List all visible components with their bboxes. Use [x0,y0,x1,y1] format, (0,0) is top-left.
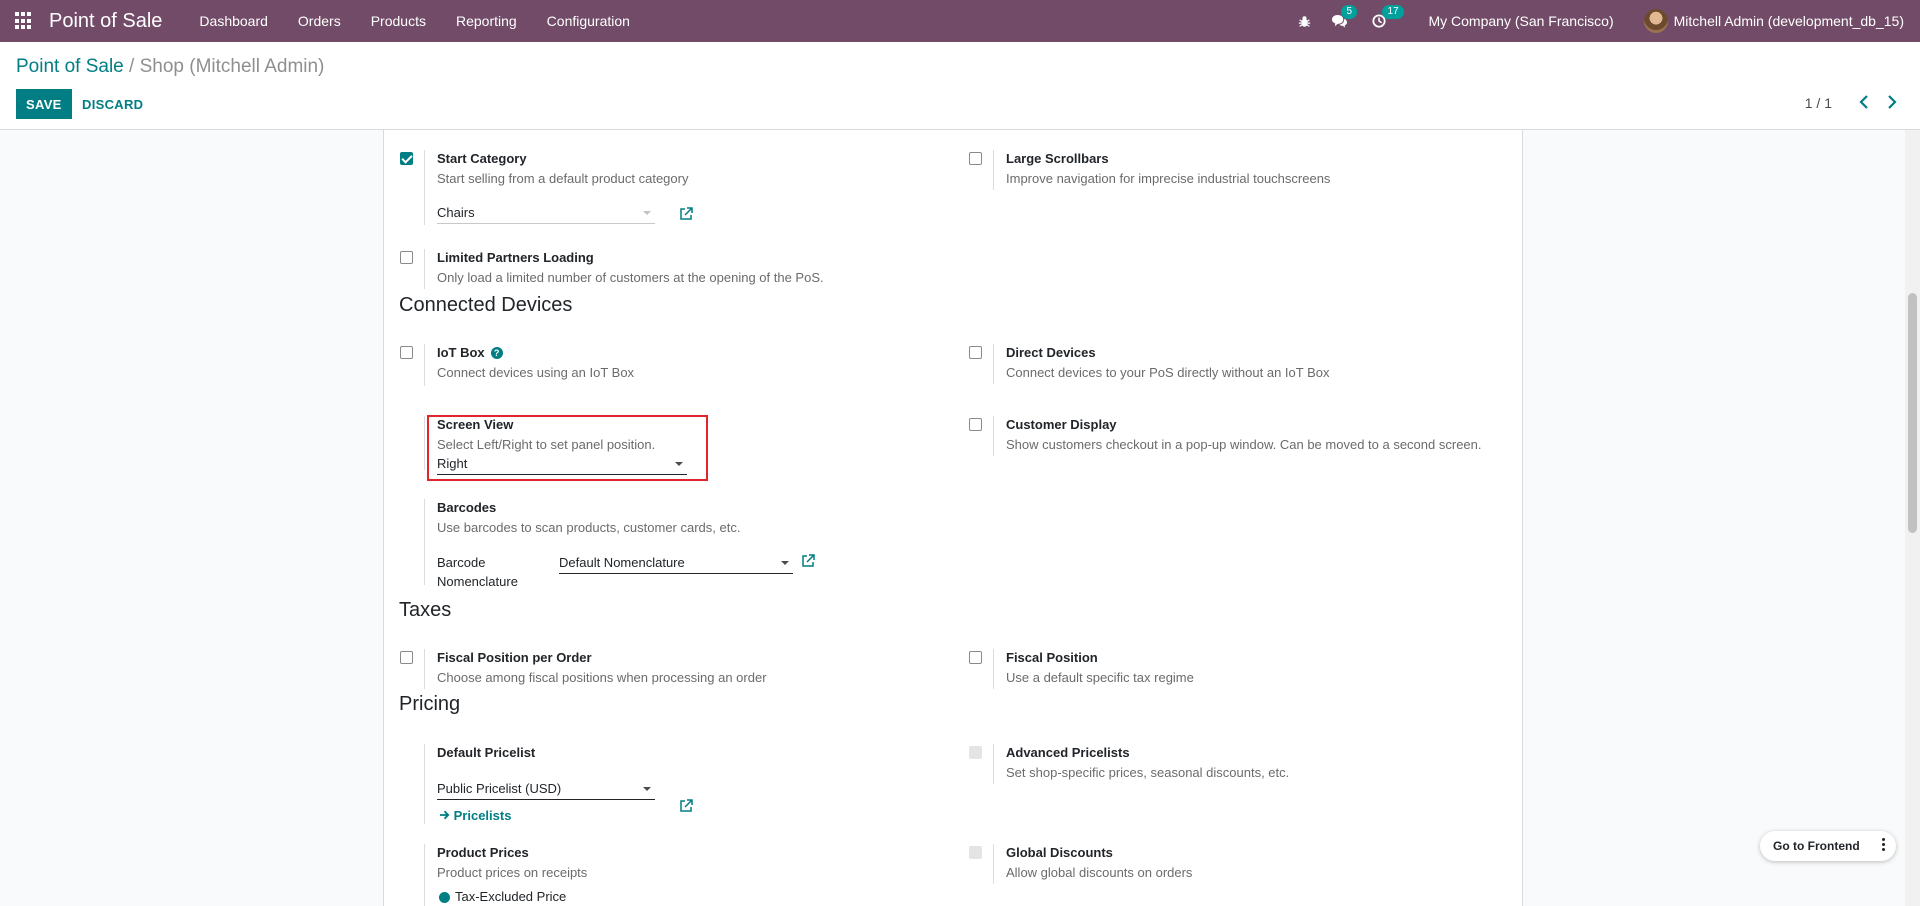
barcode-nomenclature-label: Barcode Nomenclature [437,555,518,589]
large-scrollbars-checkbox[interactable] [969,152,982,165]
help-icon[interactable]: ? [490,347,503,359]
breadcrumb-separator: / [129,56,135,77]
fiscal-position-title: Fiscal Position [1006,650,1098,665]
direct-devices-desc: Connect devices to your PoS directly wit… [1006,365,1330,380]
customer-display-checkbox[interactable] [969,418,982,431]
fiscal-position-checkbox[interactable] [969,651,982,664]
direct-devices-title: Direct Devices [1006,345,1096,360]
menu-products[interactable]: Products [356,0,441,42]
messages-badge: 5 [1341,4,1358,19]
barcode-nomenclature-value: Default Nomenclature [559,555,685,570]
breadcrumb: Point of Sale / Shop (Mitchell Admin) [16,56,324,78]
breadcrumb-parent-link[interactable]: Point of Sale [16,56,124,77]
chevron-down-icon [643,787,651,791]
customer-display-desc: Show customers checkout in a pop-up wind… [1006,437,1482,452]
app-brand[interactable]: Point of Sale [49,10,162,33]
fiscal-per-order-desc: Choose among fiscal positions when proce… [437,670,767,685]
advanced-pricelists-checkbox[interactable] [969,746,982,759]
screen-view-highlight [427,415,708,481]
radio-selected-icon [439,892,450,903]
limited-partners-title: Limited Partners Loading [437,250,594,265]
apps-menu-icon[interactable] [15,12,33,30]
barcode-nomenclature-select[interactable]: Default Nomenclature [559,554,793,574]
chevron-down-icon [781,561,789,565]
default-pricelist-select[interactable]: Public Pricelist (USD) [437,780,655,800]
user-avatar [1643,9,1668,33]
start-category-value: Chairs [437,205,475,220]
start-category-title: Start Category [437,151,527,166]
default-pricelist-value: Public Pricelist (USD) [437,781,562,796]
form-sheet: Start Category Start selling from a defa… [383,130,1523,906]
radio-tax-excluded[interactable]: Tax-Excluded Price [437,889,957,904]
pager-next-icon[interactable] [1886,93,1898,114]
section-pricing: Pricing [399,693,461,715]
main-menu: Dashboard Orders Products Reporting Conf… [184,0,645,42]
pager-value[interactable]: 1 / 1 [1805,95,1832,111]
external-link-icon[interactable] [679,799,693,813]
fiscal-per-order-checkbox[interactable] [400,651,413,664]
iot-box-desc: Connect devices using an IoT Box [437,365,635,380]
limited-partners-desc: Only load a limited number of customers … [437,270,824,285]
debug-bug-icon[interactable] [1298,15,1311,28]
default-pricelist-title: Default Pricelist [437,745,536,760]
menu-configuration[interactable]: Configuration [532,0,645,42]
breadcrumb-current: Shop (Mitchell Admin) [139,56,325,77]
go-to-frontend-button[interactable]: Go to Frontend [1760,831,1896,861]
product-prices-desc: Product prices on receipts [437,865,588,880]
activities-badge: 17 [1382,5,1404,19]
large-scrollbars-title: Large Scrollbars [1006,151,1109,166]
fiscal-position-desc: Use a default specific tax regime [1006,670,1194,685]
activities-clock-icon[interactable]: 17 [1372,5,1404,28]
section-connected-devices: Connected Devices [399,294,573,316]
external-link-icon[interactable] [801,554,815,568]
navbar-systray: 5 17 My Company (San Francisco) Mitchell… [1288,0,1920,42]
top-navbar: Point of Sale Dashboard Orders Products … [0,0,1920,42]
start-category-desc: Start selling from a default product cat… [437,171,689,186]
fiscal-per-order-title: Fiscal Position per Order [437,650,592,665]
advanced-pricelists-title: Advanced Pricelists [1006,745,1130,760]
save-button[interactable]: SAVE [16,89,72,119]
menu-orders[interactable]: Orders [283,0,356,42]
customer-display-title: Customer Display [1006,417,1117,432]
large-scrollbars-desc: Improve navigation for imprecise industr… [1006,171,1331,186]
start-category-select[interactable]: Chairs [437,204,655,224]
iot-box-checkbox[interactable] [400,346,413,359]
global-discounts-checkbox[interactable] [969,846,982,859]
barcodes-title: Barcodes [437,500,497,515]
chevron-down-icon [643,211,651,215]
product-prices-title: Product Prices [437,845,529,860]
iot-box-title: IoT Box [437,345,485,360]
company-switcher[interactable]: My Company (San Francisco) [1428,13,1613,29]
direct-devices-checkbox[interactable] [969,346,982,359]
pager-previous-icon[interactable] [1858,93,1870,114]
pricelists-link[interactable]: Pricelists [437,808,957,823]
user-name: Mitchell Admin (development_db_15) [1673,13,1904,29]
discard-button[interactable]: DISCARD [72,89,153,119]
control-panel: Point of Sale / Shop (Mitchell Admin) SA… [0,42,1920,130]
go-to-frontend-label: Go to Frontend [1773,839,1860,853]
messages-icon[interactable]: 5 [1331,4,1358,29]
barcodes-desc: Use barcodes to scan products, customer … [437,520,741,535]
external-link-icon[interactable] [679,207,693,221]
global-discounts-desc: Allow global discounts on orders [1006,865,1193,880]
arrow-right-icon [439,810,450,820]
start-category-checkbox[interactable] [400,152,413,165]
menu-dashboard[interactable]: Dashboard [184,0,283,42]
section-taxes: Taxes [399,599,452,621]
global-discounts-title: Global Discounts [1006,845,1113,860]
user-menu[interactable]: Mitchell Admin (development_db_15) [1643,9,1904,33]
more-options-icon[interactable] [1882,838,1885,853]
limited-partners-checkbox[interactable] [400,251,413,264]
advanced-pricelists-desc: Set shop-specific prices, seasonal disco… [1006,765,1290,780]
scrollbar-thumb[interactable] [1908,293,1917,533]
menu-reporting[interactable]: Reporting [441,0,532,42]
